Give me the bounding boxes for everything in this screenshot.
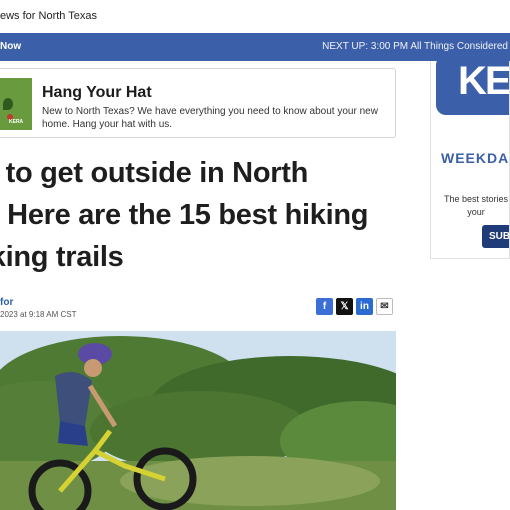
article-headline: e to get outside in North ? Here are the… <box>0 152 397 278</box>
promo-thumbnail[interactable]: KERA <box>0 78 32 130</box>
newsletter-sidebar: KE WEEKDA The best stories your SUBS <box>430 61 510 259</box>
x-icon: 𝕏 <box>340 301 349 312</box>
newsletter-description: The best stories your <box>444 193 508 219</box>
now-playing-label[interactable]: Now <box>0 41 21 52</box>
newsletter-description-line: The best stories <box>444 194 509 204</box>
email-icon: ✉ <box>380 301 389 312</box>
linkedin-icon: in <box>360 301 369 312</box>
linkedin-share-button[interactable]: in <box>356 298 373 315</box>
facebook-share-button[interactable]: f <box>316 298 333 315</box>
facebook-icon: f <box>322 301 327 312</box>
promo-description: New to North Texas? We have everything y… <box>42 106 378 130</box>
hang-your-hat-promo[interactable]: KERA Hang Your Hat New to North Texas? W… <box>0 68 396 138</box>
subscribe-button[interactable]: SUBS <box>482 225 509 248</box>
promo-title[interactable]: Hang Your Hat <box>42 84 152 102</box>
headline-line: iking trails <box>0 241 124 273</box>
email-share-button[interactable]: ✉ <box>376 298 393 315</box>
headline-line: ? Here are the 15 best hiking <box>0 199 369 231</box>
next-up-label[interactable]: NEXT UP: 3:00 PM All Things Considered <box>322 41 508 52</box>
cyclist-photo <box>0 331 396 510</box>
article-hero-image <box>0 331 396 510</box>
headline-line: e to get outside in North <box>0 157 308 189</box>
live-radio-bar: Now NEXT UP: 3:00 PM All Things Consider… <box>0 33 510 61</box>
newsletter-description-line: your <box>467 207 485 217</box>
promo-badge: KERA <box>9 119 24 125</box>
publish-date: 2023 at 9:18 AM CST <box>0 310 77 319</box>
map-pin-icon <box>3 98 13 110</box>
x-share-button[interactable]: 𝕏 <box>336 298 353 315</box>
kera-logo-text: KE <box>458 61 510 103</box>
newsletter-title: WEEKDA <box>441 150 510 166</box>
author-byline[interactable]: for <box>0 297 13 308</box>
site-header: ews for North Texas <box>0 0 510 33</box>
site-tagline[interactable]: ews for North Texas <box>0 10 97 22</box>
